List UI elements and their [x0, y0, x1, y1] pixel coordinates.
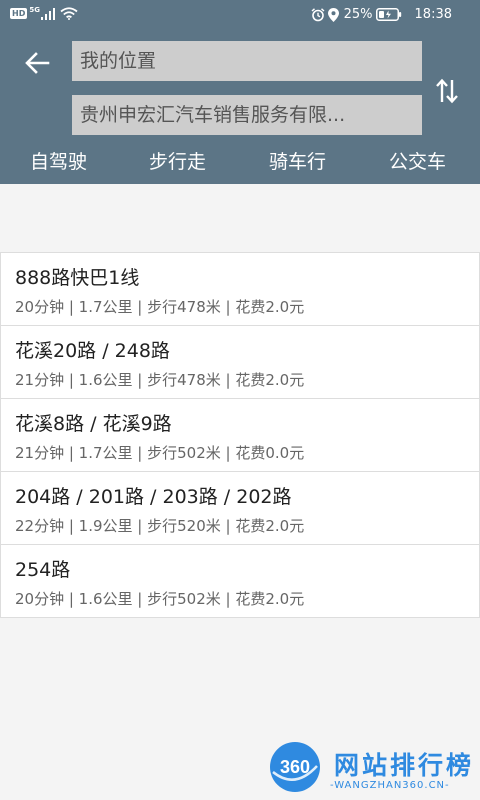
route-meta: 20分钟 | 1.7公里 | 步行478米 | 花费2.0元: [15, 298, 305, 316]
hd-badge: HD: [10, 8, 28, 19]
tab-drive[interactable]: 自驾驶: [30, 146, 87, 178]
tab-bike[interactable]: 骑车行: [269, 146, 326, 178]
location-icon: [327, 7, 339, 22]
watermark-logo: 360: [270, 742, 320, 792]
battery-icon: [375, 8, 401, 21]
route-meta: 22分钟 | 1.9公里 | 步行520米 | 花费2.0元: [15, 517, 305, 535]
travel-mode-tabs: 自驾驶 步行走 骑车行 公交车: [0, 146, 480, 178]
route-item[interactable]: 花溪20路 / 248路 21分钟 | 1.6公里 | 步行478米 | 花费2…: [0, 325, 480, 398]
back-arrow-icon: [25, 52, 50, 74]
route-meta: 20分钟 | 1.6公里 | 步行502米 | 花费2.0元: [15, 590, 305, 608]
route-item[interactable]: 254路 20分钟 | 1.6公里 | 步行502米 | 花费2.0元: [0, 544, 480, 618]
route-item[interactable]: 204路 / 201路 / 203路 / 202路 22分钟 | 1.9公里 |…: [0, 471, 480, 544]
route-name: 花溪20路 / 248路: [15, 340, 170, 362]
route-meta: 21分钟 | 1.6公里 | 步行478米 | 花费2.0元: [15, 371, 305, 389]
status-right: 25% 18:38: [311, 7, 452, 22]
destination-input[interactable]: 贵州申宏汇汽车销售服务有限...: [72, 95, 422, 135]
route-name: 254路: [15, 559, 71, 581]
alarm-icon: [311, 7, 325, 21]
status-bar: HD 5G 25% 18:38: [0, 0, 480, 30]
route-name: 888路快巴1线: [15, 267, 140, 289]
tab-bus[interactable]: 公交车: [389, 146, 446, 178]
battery-percent: 25%: [343, 7, 373, 22]
watermark-subtitle: -WANGZHAN360.CN-: [330, 780, 450, 791]
route-search-header: 我的位置 贵州申宏汇汽车销售服务有限... 自驾驶 步行走 骑车行 公交车: [0, 30, 480, 184]
watermark-logo-text: 360: [280, 757, 310, 777]
tab-walk[interactable]: 步行走: [149, 146, 206, 178]
bus-route-list: 888路快巴1线 20分钟 | 1.7公里 | 步行478米 | 花费2.0元 …: [0, 252, 480, 618]
route-item[interactable]: 888路快巴1线 20分钟 | 1.7公里 | 步行478米 | 花费2.0元: [0, 252, 480, 325]
swap-button[interactable]: [433, 77, 461, 105]
clock: 18:38: [414, 7, 452, 22]
watermark-title: 网站排行榜: [334, 751, 475, 780]
signal-icon: [40, 7, 55, 20]
back-button[interactable]: [22, 50, 52, 76]
network-type: 5G: [29, 5, 40, 14]
site-watermark: 360 网站排行榜 -WANGZHAN360.CN-: [268, 740, 480, 800]
swap-arrows-icon: [436, 78, 458, 104]
status-left: HD 5G: [10, 5, 78, 20]
wifi-icon: [60, 7, 78, 20]
route-name: 花溪8路 / 花溪9路: [15, 413, 172, 435]
route-name: 204路 / 201路 / 203路 / 202路: [15, 486, 292, 508]
origin-input[interactable]: 我的位置: [72, 41, 422, 81]
route-item[interactable]: 花溪8路 / 花溪9路 21分钟 | 1.7公里 | 步行502米 | 花费0.…: [0, 398, 480, 471]
route-meta: 21分钟 | 1.7公里 | 步行502米 | 花费0.0元: [15, 444, 305, 462]
